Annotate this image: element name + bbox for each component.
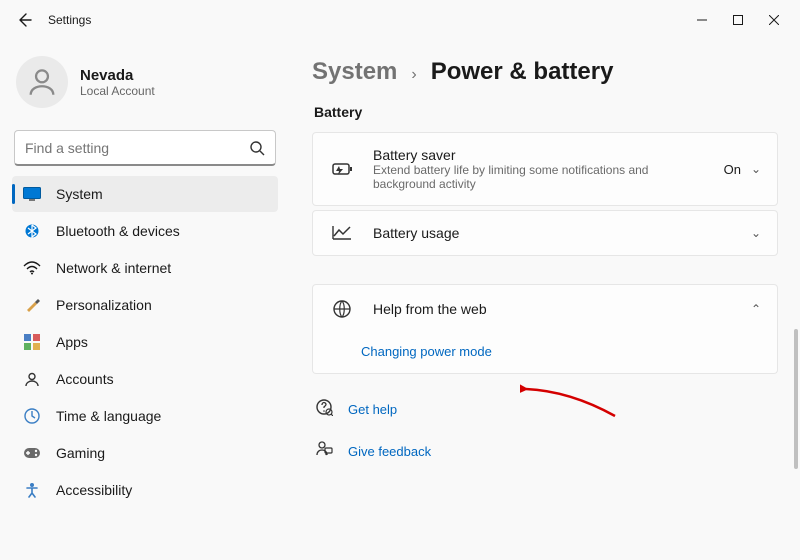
card-title: Help from the web [373,301,751,317]
sidebar-item-label: Bluetooth & devices [56,223,180,239]
apps-icon [22,332,42,352]
chevron-right-icon: › [411,66,416,84]
chevron-down-icon: ⌄ [751,162,761,176]
arrow-left-icon [16,12,32,28]
section-header-battery: Battery [314,104,778,120]
chevron-down-icon: ⌄ [751,226,761,240]
sidebar-item-accounts[interactable]: Accounts [12,361,278,397]
gaming-icon [22,443,42,463]
card-title: Battery saver [373,147,724,163]
battery-saver-icon [329,162,355,176]
profile-name: Nevada [80,67,155,84]
maximize-button[interactable] [720,5,756,35]
globe-icon [329,299,355,319]
titlebar: Settings [0,0,800,40]
window-controls [684,5,792,35]
profile-block[interactable]: Nevada Local Account [12,48,278,124]
profile-account-type: Local Account [80,84,155,98]
search-input[interactable] [25,140,249,156]
card-title: Battery usage [373,225,751,241]
back-button[interactable] [8,4,40,36]
page-title: Power & battery [431,58,614,86]
wifi-icon [22,258,42,278]
sidebar-item-label: Gaming [56,445,105,461]
give-feedback-link[interactable]: Give feedback [312,430,778,472]
person-icon [25,65,59,99]
help-icon [314,398,334,420]
search-box[interactable] [14,130,276,166]
minimize-button[interactable] [684,5,720,35]
content-pane: System › Power & battery Battery Battery… [290,40,800,560]
scrollbar-thumb[interactable] [794,329,798,469]
link-label: Give feedback [348,444,431,459]
card-subtitle: Extend battery life by limiting some not… [373,163,693,191]
sidebar-item-label: Time & language [56,408,161,424]
sidebar-item-label: Accounts [56,371,114,387]
nav-list: System Bluetooth & devices Network & int… [12,176,278,508]
scrollbar[interactable] [794,90,798,550]
display-icon [22,184,42,204]
sidebar-item-label: System [56,186,103,202]
sidebar-item-time-language[interactable]: Time & language [12,398,278,434]
sidebar-item-gaming[interactable]: Gaming [12,435,278,471]
window-title: Settings [48,13,91,27]
link-label: Get help [348,402,397,417]
card-battery-usage[interactable]: Battery usage ⌄ [312,210,778,256]
get-help-link[interactable]: Get help [312,388,778,430]
chevron-up-icon: ⌃ [751,302,761,316]
breadcrumb-parent[interactable]: System [312,58,397,86]
breadcrumb: System › Power & battery [312,58,778,86]
card-battery-saver[interactable]: Battery saver Extend battery life by lim… [312,132,778,206]
battery-saver-value: On [724,162,741,177]
accessibility-icon [22,480,42,500]
bluetooth-icon [22,221,42,241]
sidebar-item-personalization[interactable]: Personalization [12,287,278,323]
accounts-icon [22,369,42,389]
card-help-from-web[interactable]: Help from the web ⌃ [312,284,778,334]
sidebar-item-network[interactable]: Network & internet [12,250,278,286]
sidebar-item-accessibility[interactable]: Accessibility [12,472,278,508]
close-button[interactable] [756,5,792,35]
feedback-icon [314,440,334,462]
sidebar-item-label: Accessibility [56,482,132,498]
sidebar-item-label: Personalization [56,297,152,313]
sidebar-item-apps[interactable]: Apps [12,324,278,360]
sidebar-item-system[interactable]: System [12,176,278,212]
sidebar-item-label: Network & internet [56,260,171,276]
chart-icon [329,225,355,241]
sidebar-item-label: Apps [56,334,88,350]
sidebar: Nevada Local Account System Bluetooth & … [0,40,290,560]
paintbrush-icon [22,295,42,315]
avatar [16,56,68,108]
globe-clock-icon [22,406,42,426]
help-link-changing-power-mode[interactable]: Changing power mode [312,330,778,374]
sidebar-item-bluetooth[interactable]: Bluetooth & devices [12,213,278,249]
search-icon [249,140,265,156]
